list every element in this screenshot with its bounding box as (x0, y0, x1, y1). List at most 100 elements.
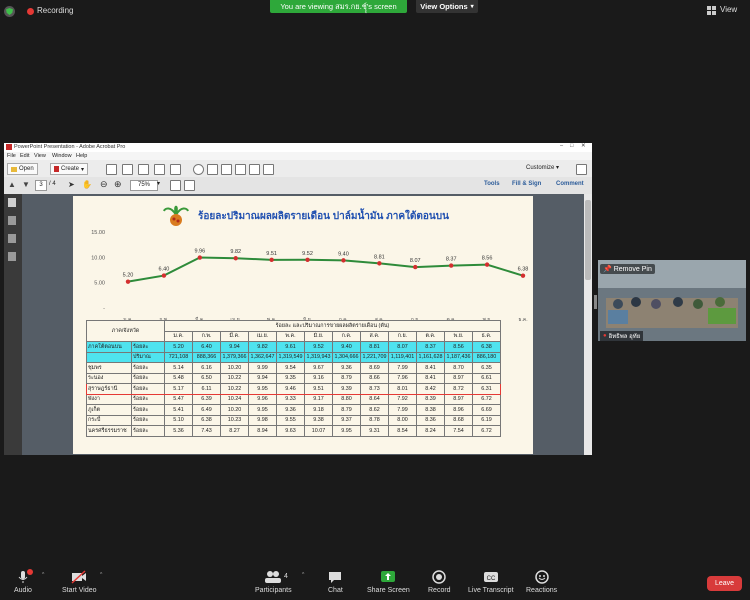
email-icon[interactable] (170, 164, 181, 175)
arrow-up-icon[interactable]: ▲ (8, 180, 16, 189)
edit-icon[interactable] (154, 164, 165, 175)
customize-button[interactable]: Customize ▾ (526, 164, 559, 171)
save-icon[interactable] (106, 164, 117, 175)
shield-icon[interactable] (4, 6, 15, 17)
table-row: ปริมาณ 721,108 888,366 1,379,366 1,362,647 1,… (86, 351, 501, 363)
upload-icon[interactable] (122, 164, 133, 175)
province-cell (86, 351, 132, 363)
month-header: ต.ค. (416, 330, 445, 342)
chat-button[interactable]: Chat (328, 570, 343, 594)
share-icon[interactable] (263, 164, 274, 175)
value-cell: 8.68 (444, 414, 473, 426)
panel-resize-handle[interactable] (594, 295, 597, 309)
data-label: 8.81 (374, 254, 385, 260)
value-cell: 5.14 (164, 362, 193, 374)
expand-icon[interactable] (576, 164, 587, 175)
close-icon[interactable]: ✕ (581, 143, 586, 149)
reactions-button[interactable]: Reactions (526, 570, 557, 594)
participants-count: 4 (284, 573, 288, 580)
video-options-chevron-icon[interactable]: ˆ (100, 573, 102, 580)
value-cell: 9.17 (304, 393, 333, 405)
signatures-icon[interactable] (8, 252, 16, 261)
value-cell: 9.82 (248, 341, 277, 353)
slide-title: ร้อยละปริมาณผลผลิตรายเดือน ปาล์มน้ำมัน ภ… (198, 211, 449, 222)
page-number-input[interactable]: 3 (35, 180, 47, 191)
remove-pin-label: Remove Pin (613, 265, 652, 273)
value-cell: 6.72 (472, 393, 501, 405)
participants-options-chevron-icon[interactable]: ˆ (302, 573, 304, 580)
menu-window[interactable]: Window (52, 153, 72, 159)
share-screen-button[interactable]: Share Screen (367, 570, 410, 594)
value-cell: 1,362,647 (248, 351, 277, 363)
settings-icon[interactable] (193, 164, 204, 175)
tools-tab[interactable]: Tools (484, 181, 500, 187)
start-video-button[interactable]: Start Video (62, 570, 97, 594)
comment-tab[interactable]: Comment (556, 181, 584, 187)
vertical-scrollbar[interactable] (584, 194, 592, 455)
leave-button[interactable]: Leave (707, 576, 742, 591)
chevron-down-icon[interactable]: ▾ (157, 180, 160, 187)
arrow-down-icon[interactable]: ▼ (22, 180, 30, 189)
remove-pin-button[interactable]: 📌 Remove Pin (600, 264, 655, 274)
record-button[interactable]: Record (428, 570, 451, 594)
stamp-icon[interactable] (249, 164, 260, 175)
sign-icon[interactable] (235, 164, 246, 175)
value-cell: 8.66 (360, 372, 389, 384)
fit-page-icon[interactable] (170, 180, 181, 191)
scroll-thumb[interactable] (585, 200, 591, 280)
value-cell: 9.96 (248, 393, 277, 405)
fit-width-icon[interactable] (184, 180, 195, 191)
share-screen-icon (381, 571, 396, 582)
value-cell: 5.17 (164, 383, 193, 395)
data-label: 9.52 (302, 251, 313, 257)
value-cell: 5.10 (164, 414, 193, 426)
value-cell: 8.72 (444, 383, 473, 395)
table-header-group: ร้อยละ และปริมาณการขายผลผลิตรายเดือน (ตั… (164, 320, 501, 332)
menu-edit[interactable]: Edit (20, 153, 29, 159)
menu-help[interactable]: Help (76, 153, 87, 159)
value-cell: 10.22 (220, 383, 249, 395)
attachments-icon[interactable] (8, 234, 16, 243)
acrobat-title-bar: PowerPoint Presentation - Adobe Acrobat … (4, 143, 592, 152)
acrobat-window: PowerPoint Presentation - Adobe Acrobat … (4, 143, 592, 455)
value-cell: 9.94 (220, 341, 249, 353)
zoom-in-icon[interactable]: ⊕ (114, 179, 122, 190)
minimize-icon[interactable]: – (560, 143, 563, 149)
data-label: 6.40 (159, 267, 170, 273)
video-off-icon (71, 570, 87, 584)
value-cell: 9.51 (304, 383, 333, 395)
fill-sign-tab[interactable]: Fill & Sign (512, 181, 541, 187)
data-label: 8.56 (482, 256, 493, 262)
bookmarks-icon[interactable] (8, 216, 16, 225)
page-thumbnails-icon[interactable] (8, 198, 16, 207)
pin-icon: 📌 (603, 266, 612, 273)
line-chart: 15.0010.005.00-5.20ม.ค.6.40ก.พ.9.96มี.ค.… (91, 230, 528, 323)
value-cell: 8.97 (444, 393, 473, 405)
value-cell: 9.33 (276, 393, 305, 405)
menu-view[interactable]: View (34, 153, 46, 159)
maximize-icon[interactable]: □ (570, 143, 573, 149)
select-cursor-icon[interactable]: ➤ (68, 180, 75, 189)
open-button[interactable]: Open (7, 163, 38, 175)
pdf-app-icon (6, 144, 12, 150)
participant-video[interactable]: 📌 Remove Pin ● อิทธิพล อุทัย (598, 260, 746, 341)
comment-note-icon[interactable] (207, 164, 218, 175)
unit-cell: ร้อยละ (131, 393, 165, 405)
value-cell: 6.38 (472, 341, 501, 353)
menu-file[interactable]: File (7, 153, 16, 159)
zoom-select[interactable]: 75% (130, 180, 158, 191)
value-cell: 9.46 (276, 383, 305, 395)
print-icon[interactable] (138, 164, 149, 175)
live-transcript-button[interactable]: CC Live Transcript (468, 570, 514, 594)
hand-tool-icon[interactable]: ✋ (82, 180, 92, 189)
data-point (125, 279, 131, 284)
navigation-pane (4, 194, 22, 455)
view-options-button[interactable]: View Options ▾ (416, 0, 478, 13)
create-button[interactable]: Create ▾ (50, 163, 89, 175)
value-cell: 9.35 (276, 372, 305, 384)
data-point (484, 262, 490, 267)
zoom-out-icon[interactable]: ⊖ (100, 179, 108, 190)
value-cell: 10.20 (220, 404, 249, 416)
audio-options-chevron-icon[interactable]: ˆ (42, 573, 44, 580)
highlight-icon[interactable] (221, 164, 232, 175)
